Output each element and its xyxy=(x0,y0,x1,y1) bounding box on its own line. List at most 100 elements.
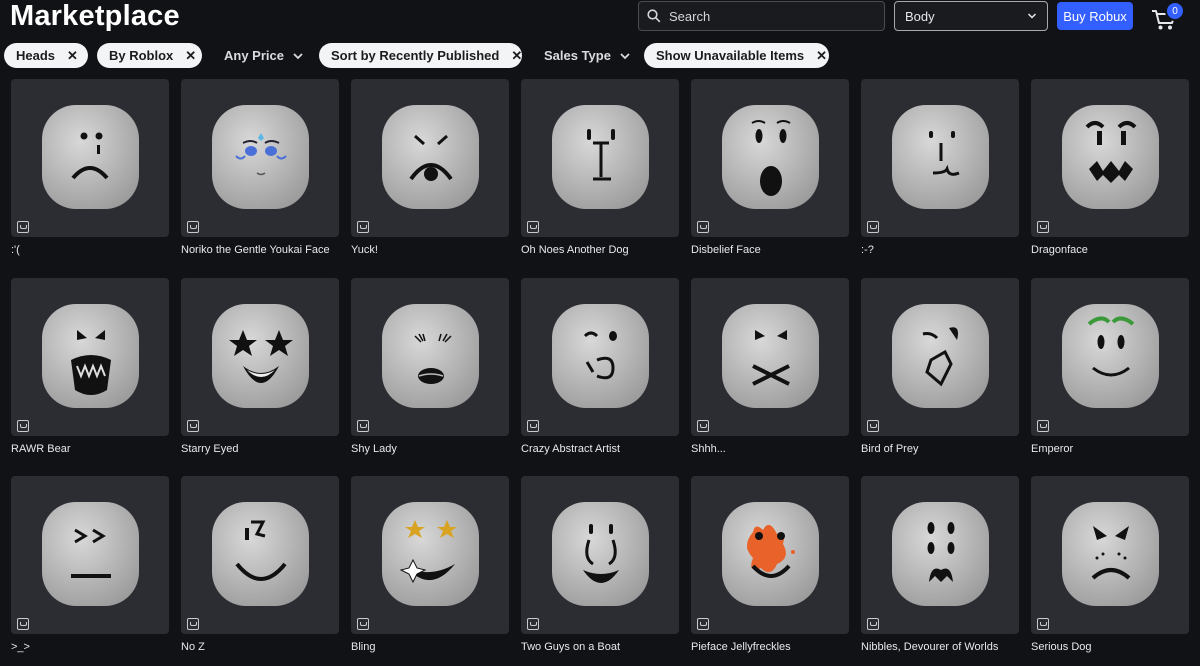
item-card[interactable]: Serious Dog xyxy=(1031,476,1189,653)
item-thumbnail[interactable] xyxy=(521,277,679,436)
item-thumbnail[interactable] xyxy=(691,79,849,237)
search-icon xyxy=(647,9,661,23)
item-thumbnail[interactable] xyxy=(861,277,1019,436)
item-card[interactable]: Emperor xyxy=(1031,277,1189,455)
item-card[interactable]: No Z xyxy=(181,476,339,653)
filter-chip-heads[interactable]: Heads ✕ xyxy=(4,43,88,68)
filter-chip-any-price[interactable]: Any Price xyxy=(212,43,315,68)
head-image xyxy=(382,303,479,408)
limited-item-icon xyxy=(17,618,29,630)
item-card[interactable]: Disbelief Face xyxy=(691,79,849,256)
item-card[interactable]: Nibbles, Devourer of Worlds xyxy=(861,476,1019,653)
item-name[interactable]: Noriko the Gentle Youkai Face xyxy=(181,244,339,256)
item-name[interactable]: Dragonface xyxy=(1031,244,1189,256)
item-card[interactable]: Shy Lady xyxy=(351,277,509,455)
item-name[interactable]: Pieface Jellyfreckles xyxy=(691,641,849,653)
item-thumbnail[interactable] xyxy=(181,79,339,237)
head-image xyxy=(42,105,139,209)
limited-item-icon xyxy=(357,618,369,630)
item-name[interactable]: No Z xyxy=(181,641,339,653)
item-card[interactable]: Bird of Prey xyxy=(861,277,1019,455)
item-name[interactable]: Starry Eyed xyxy=(181,443,339,455)
limited-item-icon xyxy=(527,419,539,432)
item-card[interactable]: Shhh... xyxy=(691,277,849,455)
item-name[interactable]: Yuck! xyxy=(351,244,509,256)
item-name[interactable]: >_> xyxy=(11,641,169,653)
item-thumbnail[interactable] xyxy=(11,476,169,634)
item-thumbnail[interactable] xyxy=(521,79,679,237)
item-name[interactable]: RAWR Bear xyxy=(11,443,169,455)
item-thumbnail[interactable] xyxy=(521,476,679,634)
item-name[interactable]: Oh Noes Another Dog xyxy=(521,244,679,256)
item-thumbnail[interactable] xyxy=(351,79,509,237)
buy-robux-button[interactable]: Buy Robux xyxy=(1057,2,1133,30)
item-name[interactable]: Bird of Prey xyxy=(861,443,1019,455)
item-card[interactable]: Noriko the Gentle Youkai Face xyxy=(181,79,339,256)
item-name[interactable]: Shy Lady xyxy=(351,443,509,455)
item-thumbnail[interactable] xyxy=(861,476,1019,634)
item-name[interactable]: Disbelief Face xyxy=(691,244,849,256)
head-image xyxy=(892,303,989,408)
item-name[interactable]: Nibbles, Devourer of Worlds xyxy=(861,641,1019,653)
item-name[interactable]: :'( xyxy=(11,244,169,256)
item-name[interactable]: Crazy Abstract Artist xyxy=(521,443,679,455)
limited-item-icon xyxy=(697,618,709,630)
item-card[interactable]: Two Guys on a Boat xyxy=(521,476,679,653)
filter-chip-label: Heads xyxy=(16,48,56,63)
item-thumbnail[interactable] xyxy=(1031,476,1189,634)
filter-bar: Heads ✕ By Roblox ✕ Any Price Sort by Recentl… xyxy=(4,43,1194,68)
limited-item-icon xyxy=(867,618,879,630)
head-image xyxy=(552,105,649,209)
filter-chip-sales-type[interactable]: Sales Type xyxy=(532,43,642,68)
head-image xyxy=(1062,303,1159,408)
item-name[interactable]: Shhh... xyxy=(691,443,849,455)
item-card[interactable]: Pieface Jellyfreckles xyxy=(691,476,849,653)
filter-chip-show-unavailable-items[interactable]: Show Unavailable Items ✕ xyxy=(644,43,829,68)
filter-chip-label: Sort by Recently Published xyxy=(331,48,500,63)
item-thumbnail[interactable] xyxy=(691,476,849,634)
item-name[interactable]: Two Guys on a Boat xyxy=(521,641,679,653)
item-card[interactable]: :'( xyxy=(11,79,169,256)
item-card[interactable]: Oh Noes Another Dog xyxy=(521,79,679,256)
item-card[interactable]: Crazy Abstract Artist xyxy=(521,277,679,455)
page-title: Marketplace xyxy=(10,0,180,32)
item-card[interactable]: Dragonface xyxy=(1031,79,1189,256)
close-icon[interactable]: ✕ xyxy=(816,48,827,64)
item-card[interactable]: Starry Eyed xyxy=(181,277,339,455)
filter-chip-by-roblox[interactable]: By Roblox ✕ xyxy=(97,43,202,68)
item-name[interactable]: Emperor xyxy=(1031,443,1189,455)
filter-chip-sort-by-recently-published[interactable]: Sort by Recently Published ✕ xyxy=(319,43,522,68)
item-name[interactable]: Bling xyxy=(351,641,509,653)
head-image xyxy=(1062,502,1159,606)
filter-chip-label: Sales Type xyxy=(544,48,611,63)
item-card[interactable]: RAWR Bear xyxy=(11,277,169,455)
item-thumbnail[interactable] xyxy=(1031,277,1189,436)
search-bar[interactable] xyxy=(638,1,885,31)
limited-item-icon xyxy=(357,221,369,233)
item-thumbnail[interactable] xyxy=(181,476,339,634)
category-select[interactable]: Body xyxy=(894,1,1048,31)
head-image xyxy=(212,303,309,408)
head-image xyxy=(552,303,649,408)
close-icon[interactable]: ✕ xyxy=(185,48,196,64)
item-card[interactable]: Bling xyxy=(351,476,509,653)
close-icon[interactable]: ✕ xyxy=(511,48,522,64)
item-thumbnail[interactable] xyxy=(1031,79,1189,237)
limited-item-icon xyxy=(1037,419,1049,432)
item-card[interactable]: Yuck! xyxy=(351,79,509,256)
head-image xyxy=(382,105,479,209)
close-icon[interactable]: ✕ xyxy=(67,48,78,64)
item-card[interactable]: :-? xyxy=(861,79,1019,256)
item-thumbnail[interactable] xyxy=(861,79,1019,237)
item-thumbnail[interactable] xyxy=(11,277,169,436)
item-thumbnail[interactable] xyxy=(691,277,849,436)
item-thumbnail[interactable] xyxy=(351,476,509,634)
item-name[interactable]: Serious Dog xyxy=(1031,641,1189,653)
item-card[interactable]: >_> xyxy=(11,476,169,653)
search-input[interactable] xyxy=(669,8,869,24)
item-thumbnail[interactable] xyxy=(11,79,169,237)
head-image xyxy=(892,502,989,606)
item-name[interactable]: :-? xyxy=(861,244,1019,256)
item-thumbnail[interactable] xyxy=(351,277,509,436)
item-thumbnail[interactable] xyxy=(181,277,339,436)
